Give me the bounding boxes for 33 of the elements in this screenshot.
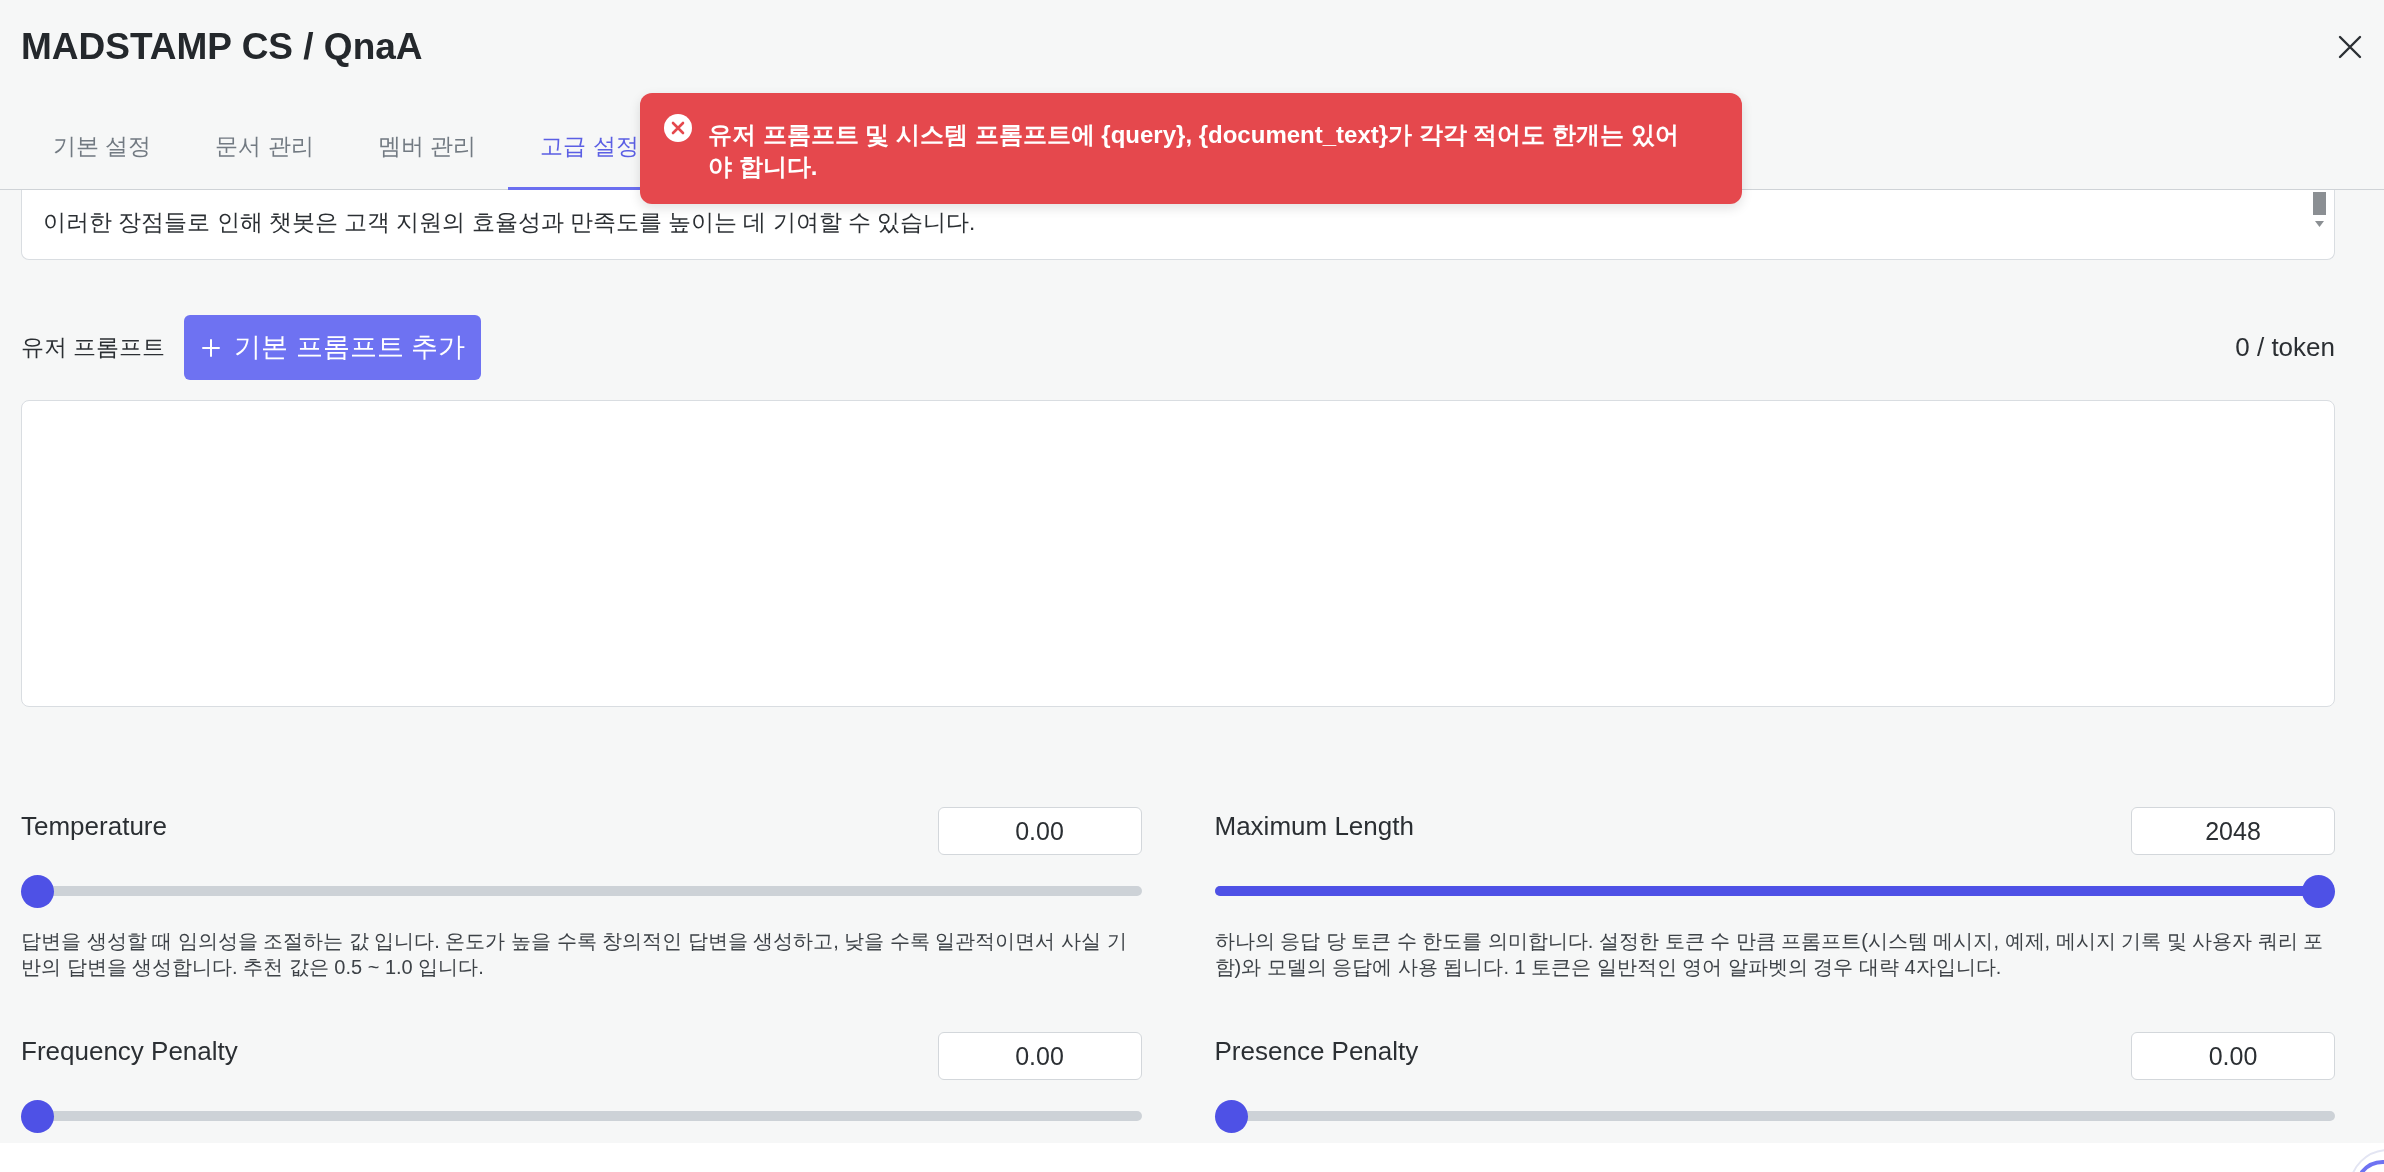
slider-thumb[interactable] xyxy=(21,1100,54,1133)
slider-thumb[interactable] xyxy=(1214,1100,1248,1133)
slider[interactable] xyxy=(21,875,1142,908)
system-prompt-field[interactable]: 이러한 장점들로 인해 챗봇은 고객 지원의 효율성과 만족도를 높이는 데 기여할 수 있습니다. xyxy=(21,190,2335,260)
scrollbar-thumb[interactable] xyxy=(2313,192,2326,215)
add-prompt-button[interactable]: 기본 프롬프트 추가 xyxy=(184,315,482,380)
parameter-label: Frequency Penalty xyxy=(21,1035,238,1068)
user-prompt-label: 유저 프롬프트 xyxy=(21,333,166,363)
toast-message: 유저 프롬프트 및 시스템 프롬프트에 {query}, {document_text}가 각각 적어도 한개는 있어야 합니다. xyxy=(708,120,1680,182)
window-title: MADSTAMP CS / QnaA xyxy=(21,24,423,69)
slider[interactable] xyxy=(1214,1100,2335,1133)
slider[interactable] xyxy=(1214,875,2335,908)
slider-thumb[interactable] xyxy=(2302,875,2335,908)
value-field[interactable]: 2048 xyxy=(2131,807,2335,855)
parameter-label: Presence Penalty xyxy=(1214,1035,1419,1068)
value-field[interactable]: 0.00 xyxy=(937,1032,1142,1080)
caret-down-icon[interactable] xyxy=(2315,221,2324,227)
close-icon xyxy=(2338,35,2362,59)
parameter-description: 하나의 응답 당 토큰 수 한도를 의미합니다. 설정한 토큰 수 만큼 프롬프트(시스템 메시지, 예제, 메시지 기록 및 사용자 쿼리 포함)와 모델의 응답에 사용 됩니다. 1 토큰은 일반적인 영어 알파벳의 경우 대략 4자입니다. xyxy=(1214,929,2325,980)
parameter-label: Temperature xyxy=(21,810,167,843)
slider[interactable] xyxy=(21,1100,1142,1133)
tab[interactable]: 문서 관리 xyxy=(183,94,346,190)
parameter-label: Maximum Length xyxy=(1214,810,1414,843)
slider-thumb[interactable] xyxy=(21,875,54,908)
plus-icon xyxy=(202,338,221,357)
value-field[interactable]: 0.00 xyxy=(2131,1032,2335,1080)
error-icon xyxy=(663,113,693,143)
parameter-description: 답변을 생성할 때 임의성을 조절하는 값 입니다. 온도가 높을 수록 창의적인 답변을 생성하고, 낮을 수록 일관적이면서 사실 기반의 답변을 생성합니다. 추천 값은 0.5 ~ 1.0 입니다. xyxy=(21,929,1128,980)
tab[interactable]: 기본 설정 xyxy=(21,94,184,190)
tab[interactable]: 멤버 관리 xyxy=(345,94,509,190)
token-count: 0 / token xyxy=(2235,331,2335,364)
user-prompt-field[interactable] xyxy=(21,400,2335,707)
value-field[interactable]: 0.00 xyxy=(937,807,1142,855)
